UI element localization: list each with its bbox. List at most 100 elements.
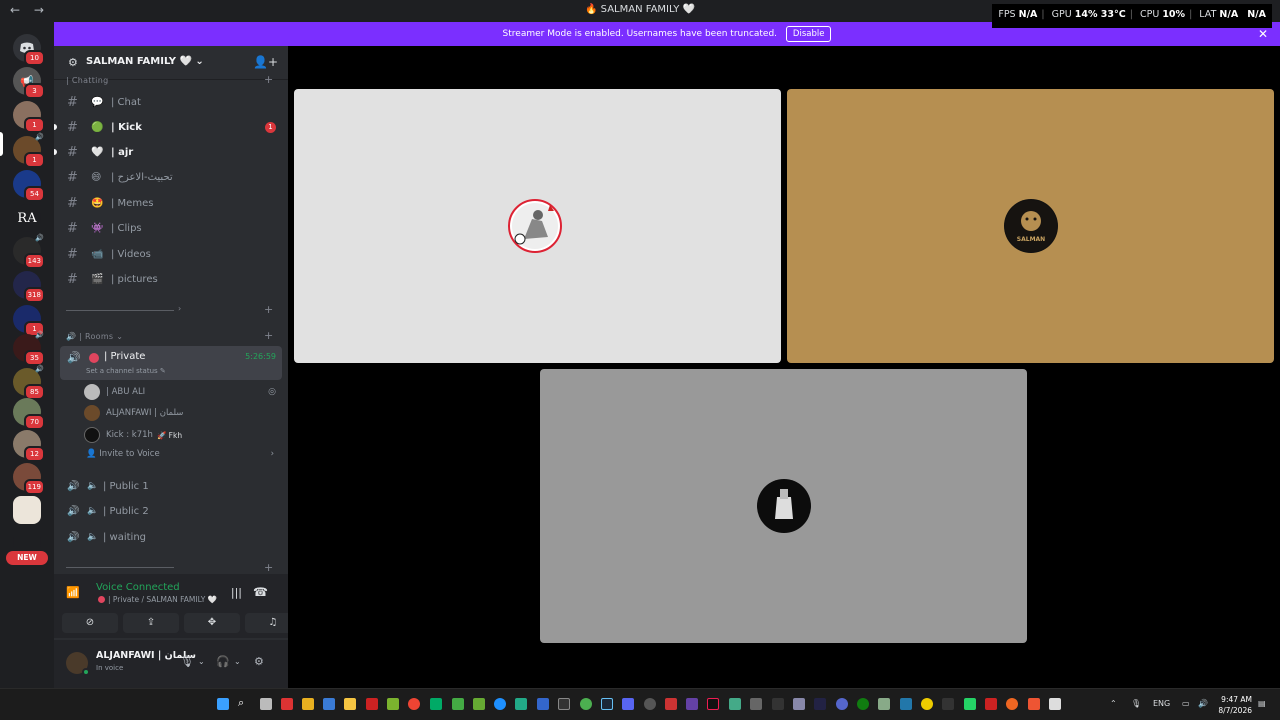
edge-icon[interactable] (494, 698, 506, 710)
voice-channel-info[interactable]: | Private / SALMAN FAMILY 🤍 (98, 595, 217, 604)
add-channel-icon[interactable]: + (264, 561, 273, 574)
voice-channel-private[interactable]: 🔊 | Private 5:26:59 Set a channel status… (60, 346, 282, 380)
app-icon[interactable] (281, 698, 293, 710)
network-icon[interactable]: ▭ (1182, 699, 1190, 708)
voice-channel-public-2[interactable]: 🔊 🔈 | Public 2 (60, 500, 282, 522)
app-icon[interactable] (985, 698, 997, 710)
app-icon[interactable] (814, 698, 826, 710)
app-icon[interactable] (366, 698, 378, 710)
gear-icon[interactable]: ⚙ (254, 655, 264, 668)
task-view-icon[interactable] (260, 698, 272, 710)
headphones-icon[interactable]: 🎧 (216, 655, 230, 668)
noise-suppression-icon[interactable]: ||| (231, 586, 242, 599)
chrome-icon[interactable] (580, 698, 592, 710)
app-icon[interactable] (729, 698, 741, 710)
voice-channel-waiting[interactable]: 🔊 🔈 | waiting (60, 526, 282, 548)
category-rooms[interactable]: 🔊 | Rooms ⌄ (66, 332, 123, 341)
file-explorer-icon[interactable] (344, 698, 356, 710)
participant-tile[interactable] (294, 89, 781, 363)
app-icon[interactable] (537, 698, 549, 710)
app-icon[interactable] (558, 698, 570, 710)
clock[interactable]: 9:47 AM 8/7/2026 (1218, 694, 1252, 716)
avatar[interactable] (66, 652, 90, 676)
server-icon[interactable]: 🔊 35 (13, 331, 45, 366)
app-icon[interactable] (665, 698, 677, 710)
participant-tile[interactable]: SALMAN (787, 89, 1274, 363)
search-icon[interactable]: ⌕ (238, 696, 250, 709)
server-icon[interactable]: 🔊 85 (13, 365, 45, 400)
discord-icon[interactable] (622, 698, 634, 710)
server-icon[interactable]: 119 (13, 463, 45, 495)
server-icon-active[interactable]: 🔊 1 (13, 133, 45, 168)
app-icon[interactable] (793, 698, 805, 710)
language-indicator[interactable]: ENG (1153, 699, 1170, 708)
voice-member[interactable]: | ABU ALI ◎ (84, 382, 280, 402)
app-icon[interactable] (408, 698, 420, 710)
voice-channel-public-1[interactable]: 🔊 🔈 | Public 1 (60, 475, 282, 497)
app-icon[interactable] (302, 698, 314, 710)
app-icon[interactable] (921, 698, 933, 710)
server-icon[interactable]: 🔊 143 (13, 234, 45, 269)
channel-videos[interactable]: # 📹 | Videos (60, 243, 282, 265)
channel-pictures[interactable]: # 🎬 | pictures (60, 268, 282, 290)
server-icon[interactable]: 70 (13, 398, 45, 430)
chevron-down-icon[interactable]: ⌄ (198, 657, 205, 666)
server-header[interactable]: ⚙ SALMAN FAMILY 🤍 ⌄ 👤+ (54, 46, 288, 80)
app-icon[interactable] (387, 698, 399, 710)
app-icon[interactable] (772, 698, 784, 710)
invite-to-voice[interactable]: 👤 Invite to Voice › (86, 449, 276, 459)
microphone-icon[interactable]: 🎙 (1131, 699, 1141, 708)
server-icon[interactable] (13, 496, 41, 524)
xbox-icon[interactable] (857, 698, 869, 710)
start-icon[interactable] (217, 698, 229, 710)
app-icon[interactable] (686, 698, 698, 710)
add-channel-icon[interactable]: + (264, 329, 273, 342)
app-icon[interactable] (1006, 698, 1018, 710)
channel-kick[interactable]: # 🟢 | Kick 1 (60, 116, 282, 138)
server-icon[interactable]: 12 (13, 430, 45, 462)
channel-memes[interactable]: # 🤩 | Memes (60, 192, 282, 214)
volume-icon[interactable]: 🔊 (1198, 699, 1208, 708)
server-icon[interactable]: 1 (13, 305, 45, 337)
app-icon[interactable] (836, 698, 848, 710)
app-icon[interactable] (1049, 698, 1061, 710)
channel-chat[interactable]: # 💬 | Chat (60, 91, 282, 113)
participant-tile[interactable] (540, 369, 1027, 643)
channel-ajr[interactable]: # 🤍 | ajr (60, 141, 282, 163)
app-icon[interactable] (323, 698, 335, 710)
app-icon[interactable] (515, 698, 527, 710)
whatsapp-icon[interactable] (964, 698, 976, 710)
channel-clips[interactable]: # 👾 | Clips (60, 217, 282, 239)
app-icon[interactable] (452, 698, 464, 710)
server-icon[interactable]: 318 (13, 271, 45, 303)
app-icon[interactable] (1028, 698, 1040, 710)
new-servers-tag[interactable]: NEW (6, 551, 48, 565)
steam-icon[interactable] (601, 698, 613, 710)
server-icon[interactable]: RA (13, 204, 41, 232)
app-icon[interactable] (750, 698, 762, 710)
server-icon[interactable]: 1 (13, 101, 45, 133)
microphone-icon[interactable]: 🎙 (180, 655, 194, 668)
share-screen-button[interactable]: ⇪ (123, 613, 179, 633)
camera-off-button[interactable]: ⊘ (62, 613, 118, 633)
notification-icon[interactable]: ▤ (1258, 699, 1266, 708)
disconnect-icon[interactable]: ☎ (253, 585, 268, 599)
set-channel-status[interactable]: Set a channel status ✎ (86, 367, 166, 375)
voice-member[interactable]: ALJANFAWI | سلمان (84, 403, 280, 423)
server-icon[interactable]: 54 (13, 170, 45, 202)
app-icon[interactable] (473, 698, 485, 710)
invite-people-icon[interactable]: 👤+ (253, 55, 278, 69)
voice-status[interactable]: Voice Connected (96, 582, 180, 593)
home-button[interactable]: 10 (13, 34, 45, 66)
app-icon[interactable] (430, 698, 442, 710)
disable-streamer-button[interactable]: Disable (785, 26, 832, 42)
app-icon[interactable] (878, 698, 890, 710)
tiktok-icon[interactable] (707, 698, 719, 710)
chevron-down-icon[interactable]: ⌄ (234, 657, 241, 666)
app-icon[interactable] (942, 698, 954, 710)
add-channel-icon[interactable]: + (264, 303, 273, 316)
activities-button[interactable]: ✥ (184, 613, 240, 633)
app-icon[interactable] (644, 698, 656, 710)
app-icon[interactable] (900, 698, 912, 710)
category-chatting[interactable]: | Chatting (66, 76, 108, 85)
